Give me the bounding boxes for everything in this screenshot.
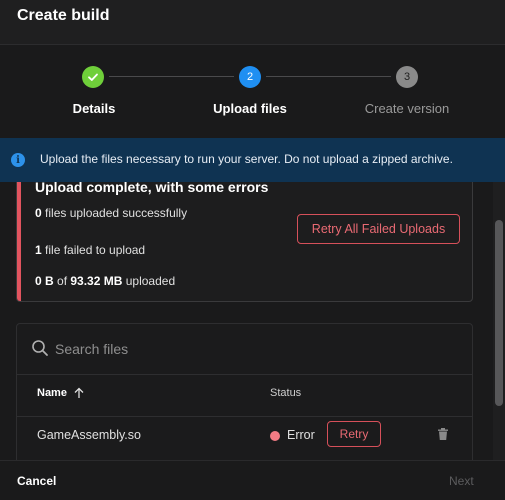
- uploaded-size-text: 0 B of 93.32 MB uploaded: [35, 274, 176, 288]
- search-field: [29, 336, 329, 362]
- failed-count-text: 1 file failed to upload: [35, 243, 146, 257]
- error-status-dot: [270, 431, 280, 441]
- file-status: Error: [287, 428, 315, 442]
- retry-file-button[interactable]: Retry: [327, 421, 381, 447]
- column-header-status: Status: [270, 387, 302, 399]
- cancel-button[interactable]: Cancel: [17, 474, 56, 488]
- files-table: Name Status GameAssembly.so Error Retry: [16, 323, 473, 460]
- success-count-text: 0 files uploaded successfully: [35, 206, 188, 220]
- error-accent-bar: [17, 182, 21, 301]
- info-banner: i Upload the files necessary to run your…: [0, 138, 505, 182]
- upload-status-heading: Upload complete, with some errors: [35, 182, 269, 195]
- retry-all-failed-button[interactable]: Retry All Failed Uploads: [297, 214, 460, 244]
- upload-error-card: Upload complete, with some errors 0 file…: [16, 182, 473, 302]
- column-name-label: Name: [37, 387, 67, 399]
- column-header-name[interactable]: Name: [37, 387, 85, 399]
- step-label-upload-files: Upload files: [213, 101, 287, 116]
- scrollbar-thumb[interactable]: [495, 220, 503, 406]
- step-label-create-version: Create version: [364, 101, 450, 116]
- dialog-title: Create build: [17, 7, 110, 24]
- content-scroll-area[interactable]: Upload complete, with some errors 0 file…: [0, 182, 505, 460]
- info-icon: i: [11, 153, 25, 167]
- step-connector: [109, 76, 234, 77]
- dialog-footer: Cancel Next: [0, 460, 505, 500]
- step-label-details: Details: [72, 101, 116, 116]
- trash-icon[interactable]: [436, 427, 450, 441]
- step-2-marker: 2: [239, 66, 261, 88]
- search-input[interactable]: [55, 337, 305, 361]
- search-icon: [32, 340, 48, 356]
- table-divider: [17, 374, 472, 375]
- stepper: 2 3 Details Upload files Create version: [0, 45, 505, 138]
- step-3-marker: 3: [396, 66, 418, 88]
- next-button[interactable]: Next: [449, 474, 474, 488]
- step-complete-check-icon: [82, 66, 104, 88]
- table-divider: [17, 416, 472, 417]
- file-name: GameAssembly.so: [37, 428, 141, 442]
- info-text: Upload the files necessary to run your s…: [40, 152, 453, 166]
- sort-ascending-icon: [74, 387, 84, 398]
- step-connector: [266, 76, 391, 77]
- dialog-header: Create build: [0, 0, 505, 44]
